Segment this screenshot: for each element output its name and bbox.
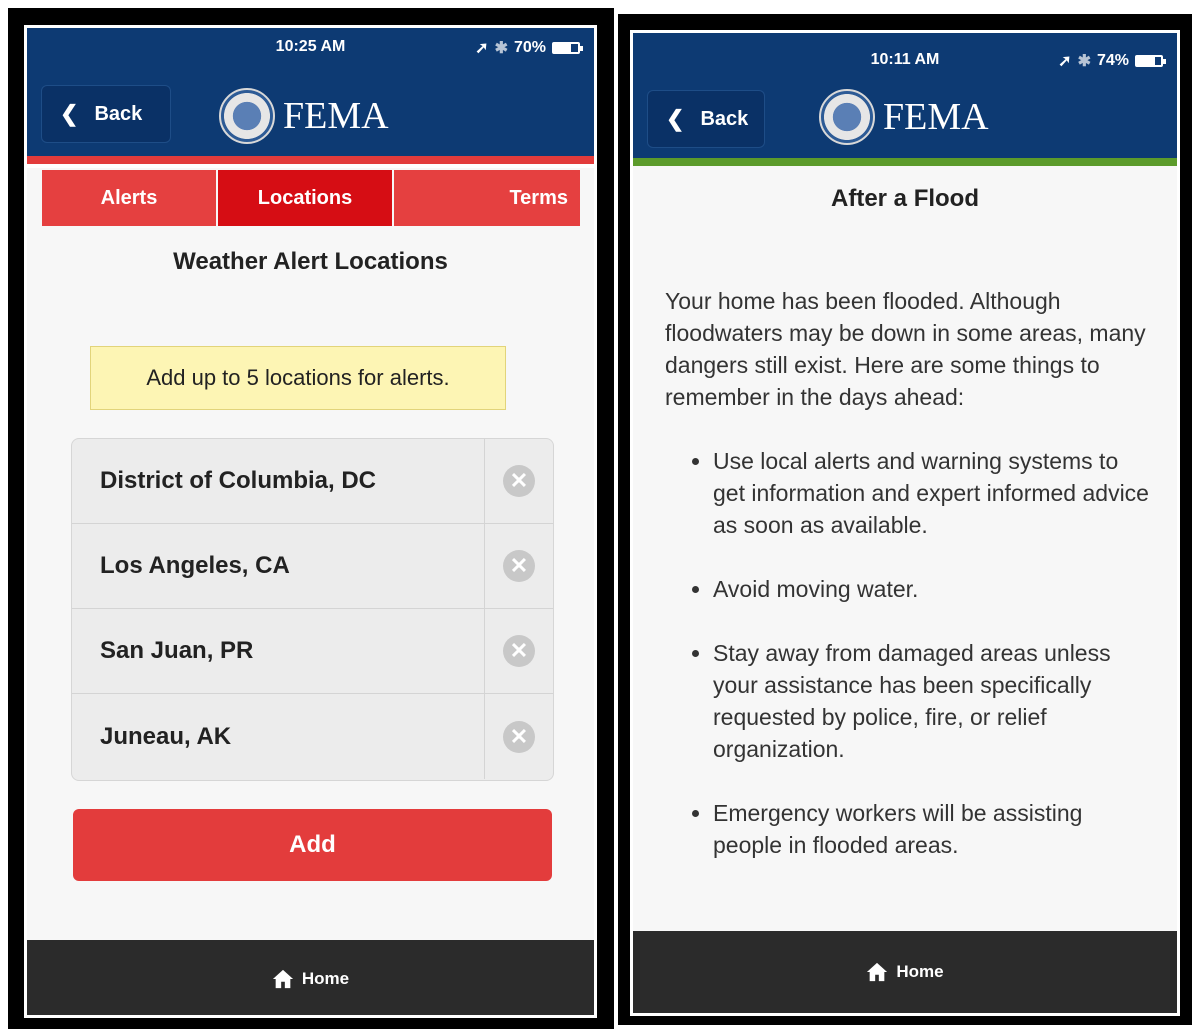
close-icon: ✕ <box>503 720 535 753</box>
location-name: Los Angeles, CA <box>100 552 290 579</box>
status-bar: 10:11 AM ➚ ✱ 74% <box>633 33 1177 71</box>
dhs-seal-icon <box>819 89 875 145</box>
app-header: 10:25 AM ➚ ✱ 70% ❮ Back FEMA <box>27 28 594 156</box>
battery-icon <box>1135 55 1166 67</box>
delete-location-button[interactable]: ✕ <box>484 609 553 693</box>
list-item: Use local alerts and warning systems to … <box>713 445 1149 541</box>
fema-logo: FEMA <box>219 88 389 144</box>
logo-text: FEMA <box>283 95 389 137</box>
location-name: San Juan, PR <box>100 637 254 664</box>
home-label: Home <box>896 962 944 981</box>
info-notice: Add up to 5 locations for alerts. <box>90 346 506 410</box>
footer-bar: Home <box>27 940 594 1015</box>
list-item: Avoid moving water. <box>713 573 1149 605</box>
location-name: Juneau, AK <box>100 722 232 750</box>
list-item: Stay away from damaged areas unless your… <box>713 637 1149 765</box>
left-phone-screen: 10:25 AM ➚ ✱ 70% ❮ Back FEMA Alerts Loca… <box>24 25 597 1018</box>
list-item: Los Angeles, CA ✕ <box>72 524 553 609</box>
tips-list: Use local alerts and warning systems to … <box>665 445 1149 861</box>
delete-location-button[interactable]: ✕ <box>484 524 553 608</box>
header-divider <box>27 164 594 168</box>
list-item: San Juan, PR ✕ <box>72 609 553 694</box>
tab-terms[interactable]: Terms <box>394 170 580 226</box>
page-title: Weather Alert Locations <box>173 248 448 275</box>
back-button[interactable]: ❮ Back <box>41 85 171 143</box>
location-name: District of Columbia, DC <box>100 467 377 494</box>
battery-icon <box>552 42 583 54</box>
back-button[interactable]: ❮ Back <box>647 90 765 148</box>
battery-percent: 74% <box>1096 52 1129 69</box>
footer-bar: Home <box>633 931 1177 1013</box>
back-label: Back <box>700 107 749 130</box>
dhs-seal-icon <box>219 88 275 144</box>
close-icon: ✕ <box>503 465 535 497</box>
back-label: Back <box>94 102 143 125</box>
tab-alerts[interactable]: Alerts <box>42 170 216 226</box>
article-intro: Your home has been flooded. Although flo… <box>665 288 1146 410</box>
home-link[interactable]: Home <box>866 961 944 983</box>
app-header: 10:11 AM ➚ ✱ 74% ❮ Back FEMA <box>633 33 1177 158</box>
delete-location-button[interactable]: ✕ <box>484 439 553 523</box>
list-item: District of Columbia, DC ✕ <box>72 439 553 524</box>
home-icon <box>867 962 888 982</box>
close-icon: ✕ <box>503 635 535 667</box>
status-bar: 10:25 AM ➚ ✱ 70% <box>27 28 594 66</box>
status-right: ➚ ✱ 70% <box>475 38 583 58</box>
location-arrow-icon: ➚ <box>475 40 489 57</box>
header-red-rule <box>27 156 594 164</box>
battery-percent: 70% <box>513 39 546 56</box>
bluetooth-icon: ✱ <box>494 40 508 57</box>
bluetooth-icon: ✱ <box>1077 53 1091 70</box>
home-label: Home <box>301 969 350 988</box>
list-item: Juneau, AK ✕ <box>72 694 553 779</box>
chevron-left-icon: ❮ <box>60 101 79 126</box>
tab-bar: Alerts Locations Terms <box>42 170 580 226</box>
add-location-button[interactable]: Add <box>73 809 552 881</box>
locations-list: District of Columbia, DC ✕ Los Angeles, … <box>71 438 554 781</box>
page-title: After a Flood <box>831 185 979 212</box>
article-body: Your home has been flooded. Although flo… <box>665 285 1149 931</box>
fema-logo: FEMA <box>819 89 989 145</box>
status-right: ➚ ✱ 74% <box>1058 51 1166 71</box>
location-arrow-icon: ➚ <box>1058 53 1072 70</box>
list-item: Emergency workers will be assisting peop… <box>713 797 1149 861</box>
close-icon: ✕ <box>503 550 535 582</box>
tab-locations[interactable]: Locations <box>218 170 392 226</box>
chevron-left-icon: ❮ <box>666 106 685 131</box>
header-accent-bar <box>633 158 1177 166</box>
home-icon <box>272 969 293 989</box>
logo-text: FEMA <box>883 96 989 138</box>
home-link[interactable]: Home <box>272 968 349 990</box>
right-phone-screen: 10:11 AM ➚ ✱ 74% ❮ Back FEMA After a Flo… <box>630 30 1180 1016</box>
delete-location-button[interactable]: ✕ <box>484 694 553 779</box>
